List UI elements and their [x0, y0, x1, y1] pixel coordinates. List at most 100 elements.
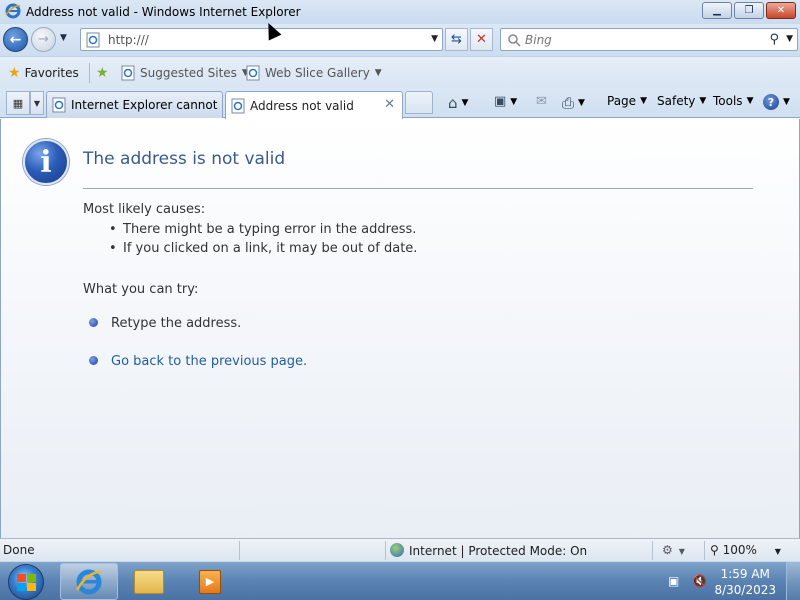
read-mail-button[interactable]: ✉: [536, 94, 547, 109]
back-button[interactable]: ←: [3, 27, 28, 52]
minimize-button[interactable]: ▁: [702, 2, 732, 19]
info-icon: i: [23, 139, 69, 185]
tab-list-button[interactable]: ▼: [30, 91, 44, 115]
favorites-divider: [89, 63, 90, 83]
tab-ie-cannot-display[interactable]: Internet Explorer cannot di...: [46, 91, 223, 118]
web-slice-gallery-label: Web Slice Gallery: [265, 66, 370, 80]
search-box[interactable]: Bing ⚲ ▼: [500, 28, 798, 51]
show-desktop-button[interactable]: [786, 562, 800, 600]
ie-logo-icon: [5, 3, 21, 19]
stop-icon: ✕: [476, 32, 487, 47]
zoom-level: 100%: [722, 543, 757, 557]
quick-tabs-icon: ▦: [12, 96, 24, 110]
history-dropdown-icon[interactable]: ▼: [60, 33, 67, 43]
quick-tabs-button[interactable]: ▦: [6, 91, 30, 115]
status-text: Done: [3, 543, 35, 557]
add-to-favorites-bar-button[interactable]: ★: [96, 65, 113, 81]
chevron-down-icon: ▼: [783, 97, 790, 107]
bullet: •: [109, 222, 117, 237]
maximize-icon: ❐: [744, 5, 754, 16]
address-dropdown-icon[interactable]: ▼: [431, 34, 438, 44]
chevron-down-icon: ▼: [374, 68, 382, 78]
close-button[interactable]: ✕: [766, 2, 796, 19]
taskbar-media-player[interactable]: ▶: [183, 563, 237, 600]
new-tab-button[interactable]: [405, 91, 433, 114]
chevron-down-icon: ▼: [578, 98, 585, 108]
suggested-sites-label: Suggested Sites: [140, 66, 237, 80]
chevron-down-icon: ▼: [699, 96, 707, 106]
search-input[interactable]: Bing: [525, 33, 552, 47]
help-button[interactable]: ? ▼: [763, 94, 790, 110]
internet-explorer-icon: [75, 569, 103, 594]
favorites-bar: ★ Favorites ★ Suggested Sites ▼ Web Slic…: [0, 56, 800, 88]
printer-icon: ⎙: [562, 94, 575, 112]
protected-mode-icon[interactable]: ⚙ ▼: [662, 543, 685, 557]
start-button[interactable]: [8, 564, 44, 600]
safety-menu[interactable]: Safety ▼: [657, 94, 706, 108]
back-arrow-icon: ←: [9, 31, 22, 48]
cause-text: If you clicked on a link, it may be out …: [123, 241, 418, 256]
globe-icon: [390, 543, 404, 557]
title-bar: Address not valid - Windows Internet Exp…: [0, 0, 800, 24]
action-bullet-icon: [89, 356, 98, 365]
window-title: Address not valid - Windows Internet Exp…: [26, 5, 301, 19]
address-input[interactable]: http:///: [108, 33, 149, 47]
tab-address-not-valid[interactable]: Address not valid ✕: [225, 91, 403, 119]
taskbar-windows-explorer[interactable]: [122, 563, 176, 600]
windows-logo-yellow: [26, 582, 36, 591]
ie-page-icon: [246, 65, 260, 81]
bullet: •: [109, 241, 117, 256]
feeds-button[interactable]: ▣ ▼: [494, 94, 517, 109]
zoom-control[interactable]: ⚲ 100% ▼: [710, 543, 781, 557]
chevron-down-icon: ▼: [640, 96, 647, 106]
volume-muted-icon[interactable]: 🔇: [692, 574, 708, 588]
mail-icon: ✉: [536, 94, 547, 109]
tools-menu[interactable]: Tools ▼: [713, 94, 753, 108]
tab-label: Internet Explorer cannot di...: [71, 98, 222, 112]
network-icon[interactable]: ▣: [668, 574, 684, 588]
stop-button[interactable]: ✕: [470, 28, 493, 51]
zoom-icon: ⚲: [710, 543, 719, 557]
home-icon: ⌂: [448, 94, 458, 112]
favorites-label: Favorites: [24, 66, 79, 80]
home-button[interactable]: ⌂ ▼: [448, 94, 468, 112]
causes-title: Most likely causes:: [83, 202, 206, 217]
status-bar: Done Internet | Protected Mode: On ⚙ ▼ ⚲ …: [0, 538, 800, 561]
safety-menu-label: Safety: [657, 94, 696, 108]
tab-label: Address not valid: [250, 98, 354, 113]
security-zone[interactable]: Internet | Protected Mode: On: [390, 543, 587, 558]
maximize-button[interactable]: ❐: [734, 2, 764, 19]
search-icon[interactable]: ⚲: [769, 32, 779, 47]
ie-page-icon: [231, 98, 245, 113]
tools-menu-label: Tools: [713, 94, 743, 108]
minimize-icon: ▁: [713, 5, 721, 16]
taskbar-internet-explorer[interactable]: [60, 563, 118, 600]
go-back-link[interactable]: Go back to the previous page.: [111, 354, 307, 369]
close-icon: ✕: [776, 5, 786, 16]
forward-arrow-icon: →: [38, 32, 49, 47]
search-options-dropdown-icon[interactable]: ▼: [786, 34, 793, 44]
favorites-star-icon: ★: [8, 65, 21, 81]
page-content: i The address is not valid Most likely c…: [0, 119, 800, 538]
media-player-icon: ▶: [199, 569, 221, 594]
page-menu[interactable]: Page ▼: [607, 94, 647, 108]
rss-feed-icon: ▣: [494, 94, 507, 109]
status-divider: [239, 541, 240, 560]
forward-button[interactable]: →: [31, 27, 56, 52]
favorites-button[interactable]: ★ Favorites: [8, 65, 79, 81]
windows-logo-red: [16, 573, 26, 582]
close-tab-icon[interactable]: ✕: [384, 97, 395, 112]
clock-time: 1:59 AM: [720, 567, 770, 581]
suggested-sites-link[interactable]: Suggested Sites ▼: [120, 65, 249, 81]
address-bar[interactable]: http:/// ▼: [80, 28, 443, 51]
page-menu-label: Page: [607, 94, 637, 108]
refresh-button[interactable]: ⇆: [445, 28, 468, 51]
web-slice-gallery-link[interactable]: Web Slice Gallery ▼: [245, 65, 382, 81]
system-clock[interactable]: 1:59 AM 8/30/2023: [714, 566, 776, 598]
navigation-bar: ← → ▼ http:/// ▼ ⇆ ✕ Bing ⚲ ▼: [0, 24, 800, 56]
retype-address-text: Retype the address.: [111, 316, 242, 331]
help-icon: ?: [763, 94, 779, 110]
windows-logo-green: [26, 573, 36, 582]
print-button[interactable]: ⎙ ▼: [562, 94, 585, 112]
bing-icon: [508, 33, 521, 47]
